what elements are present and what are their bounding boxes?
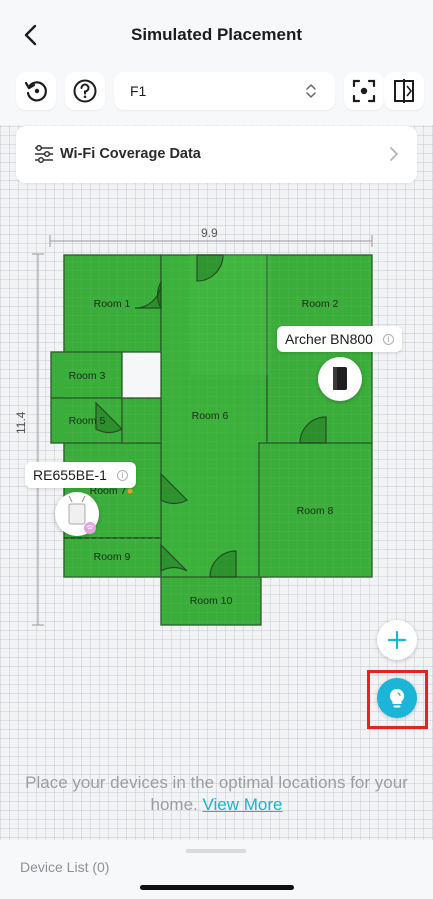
router-icon: [333, 367, 347, 390]
room-1-label: Room 1: [94, 298, 131, 310]
floor-plan[interactable]: Room 1 Room 2 Room 3 Room 5 Room 6 Room …: [0, 0, 433, 899]
extender-device[interactable]: [55, 492, 99, 536]
extender-icon: [68, 495, 96, 534]
home-indicator: [140, 885, 294, 890]
info-icon[interactable]: i: [382, 333, 394, 345]
room-6-label: Room 6: [192, 410, 229, 422]
lightbulb-icon: [389, 688, 405, 708]
router-device[interactable]: [318, 357, 362, 401]
room-9-label: Room 9: [94, 551, 131, 563]
extender-name: RE655BE-1: [33, 467, 107, 483]
info-icon[interactable]: i: [116, 469, 128, 481]
room-3-label: Room 3: [69, 370, 106, 382]
router-tag[interactable]: Archer BN800 i: [277, 326, 402, 352]
plus-icon: [387, 630, 407, 650]
router-name: Archer BN800: [285, 331, 373, 347]
room-8-label: Room 8: [297, 505, 334, 517]
room-10-label: Room 10: [190, 595, 233, 607]
sheet-handle[interactable]: [186, 849, 246, 853]
room-5-label: Room 5: [69, 415, 106, 427]
device-list-label[interactable]: Device List (0): [20, 859, 109, 875]
placement-hint: Place your devices in the optimal locati…: [20, 772, 413, 816]
room-2-label: Room 2: [302, 298, 339, 310]
extender-tag[interactable]: RE655BE-1 i: [25, 462, 136, 488]
view-more-link[interactable]: View More: [202, 795, 282, 814]
tips-button[interactable]: [377, 678, 417, 718]
add-device-button[interactable]: [377, 620, 417, 660]
